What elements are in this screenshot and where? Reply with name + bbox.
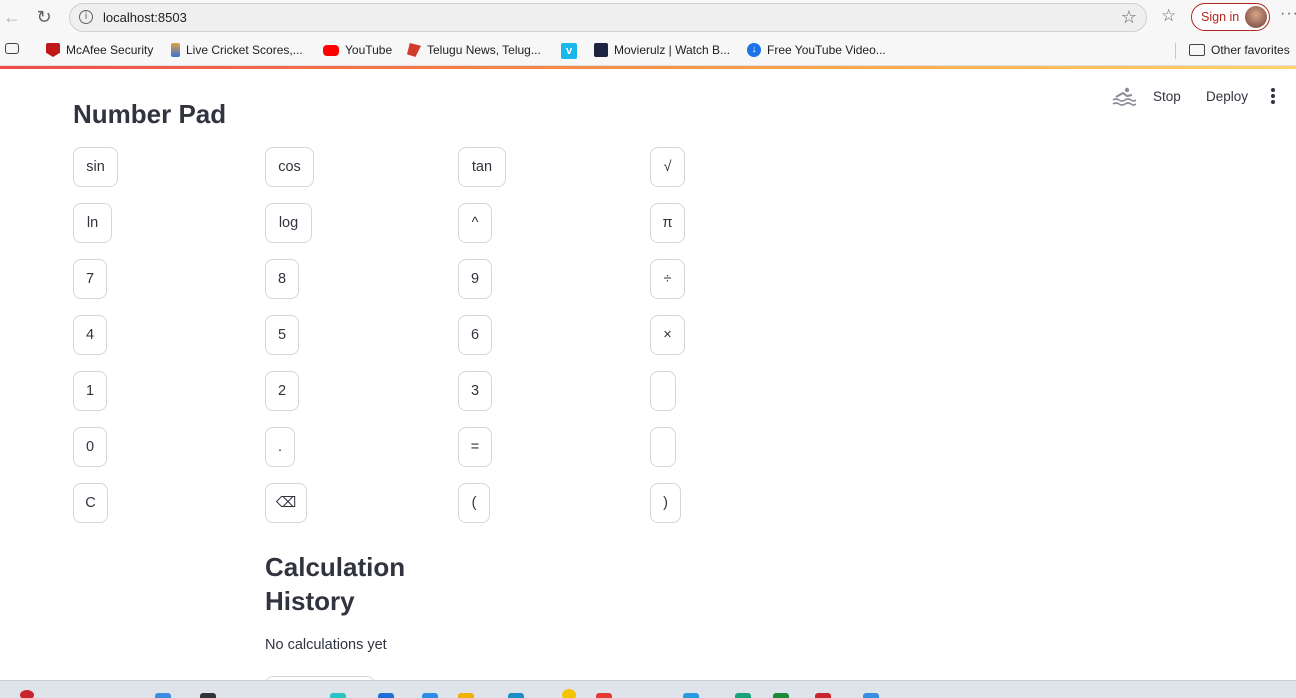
key-divide[interactable]: ÷ xyxy=(650,259,685,299)
cricket-icon xyxy=(171,43,180,57)
news-icon xyxy=(407,43,421,57)
download-icon: ↓ xyxy=(747,43,761,57)
key-2[interactable]: 2 xyxy=(265,371,299,411)
taskbar-app-icon[interactable] xyxy=(330,693,346,698)
bookmark-telugu-news[interactable]: Telugu News, Telug... xyxy=(407,43,541,57)
key-ln[interactable]: ln xyxy=(73,203,112,243)
bookmarks-bar: McAfee Security Live Cricket Scores,... … xyxy=(0,35,1296,66)
key-tan[interactable]: tan xyxy=(458,147,506,187)
reading-list-icon[interactable] xyxy=(5,43,19,54)
bookmark-free-youtube[interactable]: ↓ Free YouTube Video... xyxy=(747,43,886,57)
bookmarks-divider xyxy=(1175,43,1176,59)
key-backspace[interactable]: ⌫ xyxy=(265,483,307,523)
key-3[interactable]: 3 xyxy=(458,371,492,411)
taskbar-app-icon[interactable] xyxy=(378,693,394,698)
address-url: localhost:8503 xyxy=(103,10,187,25)
bookmark-star-icon[interactable]: ☆ xyxy=(1121,7,1137,28)
address-bar[interactable]: i localhost:8503 ☆ xyxy=(69,3,1147,32)
back-arrow-icon[interactable]: ← xyxy=(0,6,24,28)
taskbar-app-icon[interactable] xyxy=(773,693,789,698)
key-cos[interactable]: cos xyxy=(265,147,314,187)
key-8[interactable]: 8 xyxy=(265,259,299,299)
key-log[interactable]: log xyxy=(265,203,312,243)
key-blank-1[interactable] xyxy=(650,371,676,411)
taskbar-app-icon[interactable] xyxy=(735,693,751,698)
site-info-icon[interactable]: i xyxy=(79,10,93,24)
taskbar-app-icon[interactable] xyxy=(422,693,438,698)
history-title: Calculation History xyxy=(265,552,406,616)
taskbar-app-icon[interactable] xyxy=(458,693,474,698)
key-0[interactable]: 0 xyxy=(73,427,107,467)
sign-in-button[interactable]: Sign in xyxy=(1191,3,1270,31)
page-title: Number Pad xyxy=(73,99,227,129)
sign-in-label: Sign in xyxy=(1201,10,1240,24)
bookmark-movierulz[interactable]: Movierulz | Watch B... xyxy=(594,43,730,57)
bookmark-youtube[interactable]: YouTube xyxy=(323,43,392,57)
movie-icon xyxy=(594,43,608,57)
key-clear[interactable]: C xyxy=(73,483,108,523)
bookmark-mcafee[interactable]: McAfee Security xyxy=(46,43,153,57)
taskbar-app-icon[interactable] xyxy=(562,689,576,698)
running-swimmer-icon xyxy=(1112,87,1136,106)
taskbar-app-icon[interactable] xyxy=(155,693,171,698)
key-open-paren[interactable]: ( xyxy=(458,483,490,523)
browser-toolbar: ← ↻ i localhost:8503 ☆ ☆ Sign in ··· xyxy=(0,0,1296,35)
key-5[interactable]: 5 xyxy=(265,315,299,355)
key-9[interactable]: 9 xyxy=(458,259,492,299)
taskbar-app-icon[interactable] xyxy=(508,693,524,698)
taskbar-app-icon[interactable] xyxy=(20,690,34,698)
favorites-icon[interactable]: ☆ xyxy=(1161,6,1176,26)
reload-icon[interactable]: ↻ xyxy=(32,6,56,28)
deploy-button[interactable]: Deploy xyxy=(1206,89,1248,104)
main-menu-icon[interactable] xyxy=(1268,88,1278,106)
taskbar-app-icon[interactable] xyxy=(596,693,612,698)
mcafee-icon xyxy=(46,43,60,57)
app-status-bar xyxy=(0,66,1296,69)
taskbar-app-icon[interactable] xyxy=(683,693,699,698)
vimeo-icon: v xyxy=(561,43,577,59)
key-blank-2[interactable] xyxy=(650,427,676,467)
key-equals[interactable]: = xyxy=(458,427,492,467)
key-sqrt[interactable]: √ xyxy=(650,147,685,187)
key-sin[interactable]: sin xyxy=(73,147,118,187)
key-power[interactable]: ^ xyxy=(458,203,492,243)
other-favorites[interactable]: Other favorites xyxy=(1189,43,1290,57)
taskbar-app-icon[interactable] xyxy=(200,693,216,698)
stop-button[interactable]: Stop xyxy=(1153,89,1181,104)
taskbar-app-icon[interactable] xyxy=(863,693,879,698)
bookmark-vimeo[interactable]: v xyxy=(561,43,577,59)
key-close-paren[interactable]: ) xyxy=(650,483,681,523)
key-1[interactable]: 1 xyxy=(73,371,107,411)
folder-icon xyxy=(1189,44,1205,56)
key-6[interactable]: 6 xyxy=(458,315,492,355)
history-empty-message: No calculations yet xyxy=(265,637,387,653)
key-7[interactable]: 7 xyxy=(73,259,107,299)
key-pi[interactable]: π xyxy=(650,203,685,243)
key-4[interactable]: 4 xyxy=(73,315,107,355)
more-menu-icon[interactable]: ··· xyxy=(1280,5,1296,23)
key-decimal[interactable]: . xyxy=(265,427,295,467)
os-taskbar xyxy=(0,680,1296,698)
youtube-icon xyxy=(323,44,339,56)
avatar xyxy=(1245,6,1267,28)
bookmark-cricket[interactable]: Live Cricket Scores,... xyxy=(171,43,303,57)
taskbar-app-icon[interactable] xyxy=(815,693,831,698)
key-multiply[interactable]: × xyxy=(650,315,685,355)
